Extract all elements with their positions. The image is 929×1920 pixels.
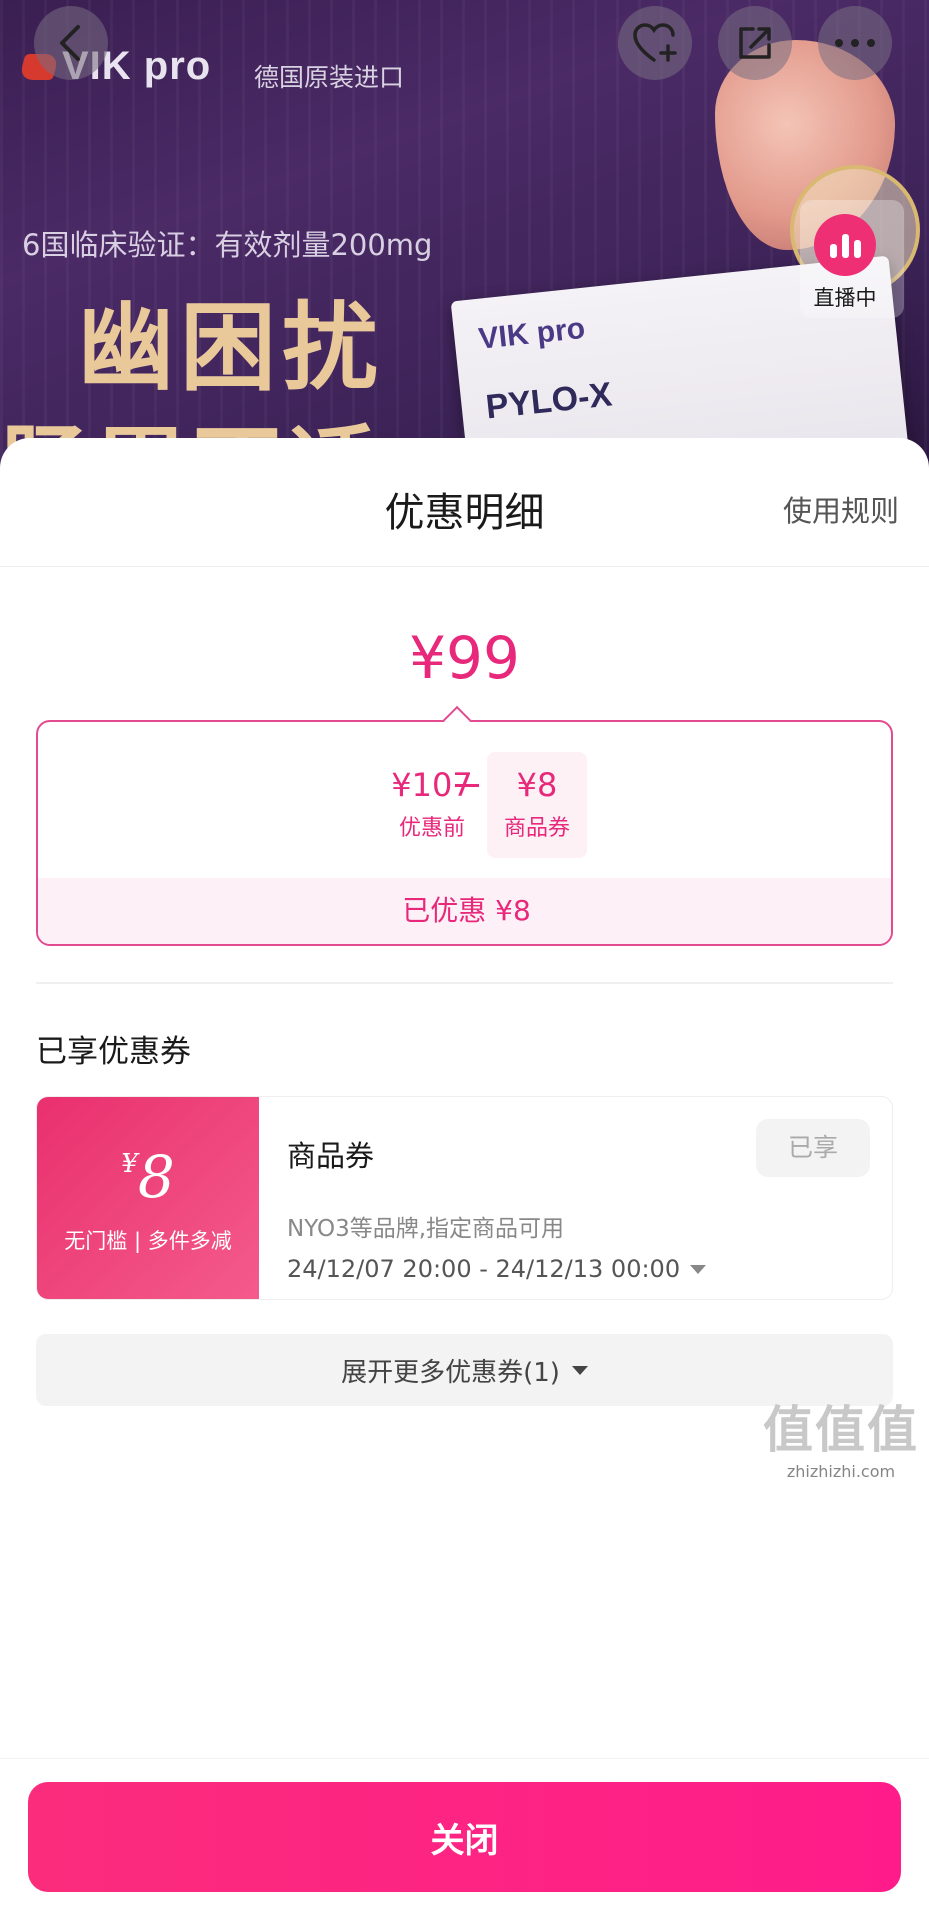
- section-divider: [36, 982, 893, 984]
- usage-rules-link[interactable]: 使用规则: [783, 488, 899, 530]
- watermark-text: 值值值: [763, 1401, 919, 1459]
- final-price: ¥99: [409, 624, 520, 692]
- product-box-name: PYLO-X: [483, 375, 614, 427]
- coupon-currency: ¥: [121, 1149, 138, 1179]
- coupon-validity-text: 24/12/07 20:00 - 24/12/13 00:00: [287, 1255, 681, 1283]
- coupon-name: 商品券: [287, 1139, 375, 1173]
- watermark: 值值值 zhizhizhi.com: [763, 1390, 919, 1481]
- live-bars-icon: [814, 214, 876, 276]
- coupon-deduction-value: ¥8: [516, 766, 558, 804]
- heart-plus-icon: [633, 23, 677, 62]
- coupon-amount: ¥8: [37, 1143, 259, 1211]
- saved-amount-bar: 已优惠 ¥8: [38, 878, 891, 944]
- header-divider: [0, 566, 929, 567]
- minus-sign: [455, 784, 479, 787]
- favorite-button[interactable]: [618, 6, 692, 80]
- more-button[interactable]: [818, 6, 892, 80]
- share-icon: [739, 27, 771, 59]
- chevron-left-icon: [60, 25, 80, 61]
- live-label: 直播中: [813, 286, 877, 310]
- coupon-description: NYO3等品牌,指定商品可用: [287, 1216, 565, 1242]
- coupon-deduction-block: ¥8 商品券: [487, 752, 587, 858]
- more-dots-icon: [835, 39, 875, 47]
- watermark-domain: zhizhizhi.com: [786, 1462, 896, 1481]
- coupon-value-panel: ¥8 无门槛 | 多件多减: [37, 1097, 259, 1299]
- coupon-card[interactable]: ¥8 无门槛 | 多件多减 商品券 NYO3等品牌,指定商品可用 24/12/0…: [36, 1096, 893, 1300]
- banner-headline: 幽困扰: [78, 292, 384, 404]
- coupon-amount-number: 8: [137, 1143, 175, 1211]
- brand-subtitle: 德国原装进口: [254, 63, 405, 92]
- close-button[interactable]: 关闭: [28, 1782, 901, 1892]
- discount-detail-sheet: 优惠明细 使用规则 ¥99 ¥107 优惠前 ¥8 商品券 已优惠 ¥8 已享优…: [0, 438, 929, 1920]
- coupon-deduction-label: 商品券: [503, 816, 570, 841]
- product-banner: VIK pro 德国原装进口 6国临床验证：有效剂量200mg 幽困扰 肠胃不适…: [0, 0, 929, 470]
- share-button[interactable]: [718, 6, 792, 80]
- coupon-condition: 无门槛 | 多件多减: [64, 1229, 232, 1253]
- footer-divider: [0, 1758, 929, 1759]
- chevron-down-icon: [690, 1264, 707, 1274]
- coupon-perforation: [251, 1097, 267, 1299]
- product-box-logo: VIK pro: [477, 311, 587, 356]
- price-breakdown-card: ¥107 优惠前 ¥8 商品券 已优惠 ¥8: [36, 720, 893, 946]
- coupon-status-badge: 已享: [756, 1119, 870, 1177]
- expand-more-label: 展开更多优惠券(1): [341, 1357, 560, 1388]
- banner-claim: 6国临床验证：有效剂量200mg: [22, 228, 433, 262]
- chevron-down-icon: [571, 1365, 588, 1375]
- back-button[interactable]: [34, 6, 108, 80]
- coupon-validity[interactable]: 24/12/07 20:00 - 24/12/13 00:00: [287, 1255, 707, 1283]
- live-badge[interactable]: 直播中: [800, 200, 904, 318]
- applied-coupons-title: 已享优惠券: [36, 1034, 191, 1070]
